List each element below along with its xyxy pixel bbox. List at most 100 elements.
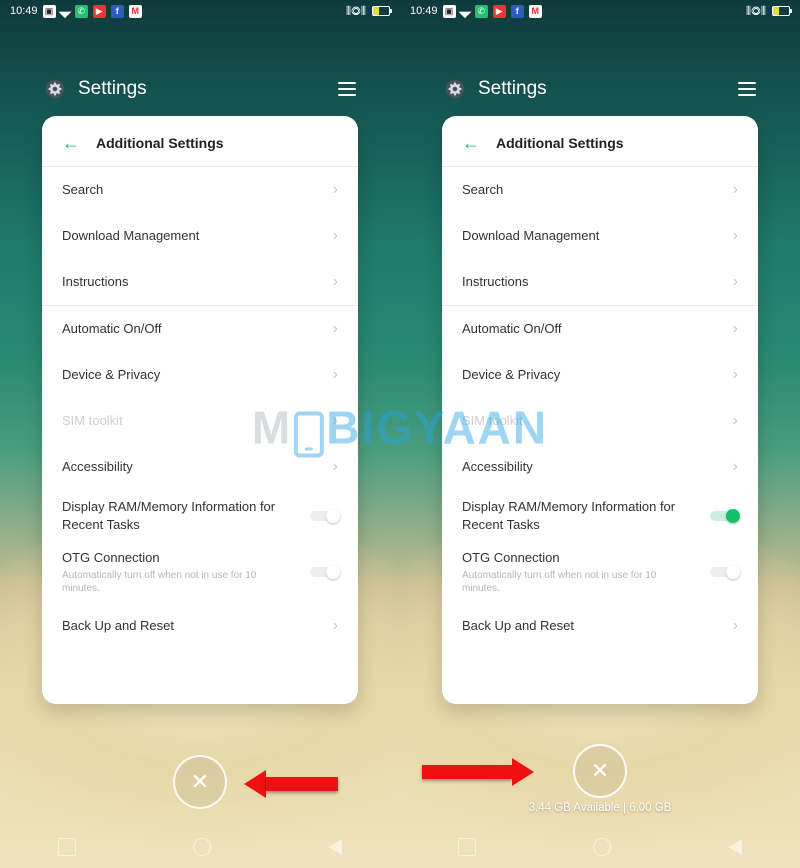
row-label: Instructions <box>462 273 528 291</box>
hamburger-icon[interactable] <box>338 82 356 96</box>
vibrate-icon: ⦀◎⦀ <box>746 4 766 19</box>
row-device-privacy[interactable]: Device & Privacy › <box>462 352 738 398</box>
chevron-right-icon: › <box>333 412 338 430</box>
row-label: Automatic On/Off <box>462 320 561 338</box>
row-label: Search <box>62 181 103 199</box>
row-label: SIM toolkit <box>462 412 523 430</box>
row-label: Device & Privacy <box>62 366 160 384</box>
recent-app-header: Settings <box>400 78 800 100</box>
row-backup-reset[interactable]: Back Up and Reset › <box>462 603 738 649</box>
row-label: Display RAM/Memory Information for Recen… <box>462 498 682 533</box>
row-search[interactable]: Search › <box>62 167 338 213</box>
row-label: Accessibility <box>462 458 533 476</box>
youtube-icon: ▶ <box>93 5 106 18</box>
row-auto-onoff[interactable]: Automatic On/Off › <box>462 306 738 352</box>
close-icon: ✕ <box>191 769 209 795</box>
gmail-icon: M <box>529 5 542 18</box>
row-auto-onoff[interactable]: Automatic On/Off › <box>62 306 338 352</box>
nav-back-icon[interactable] <box>328 839 342 855</box>
nav-back-icon[interactable] <box>728 839 742 855</box>
ram-status-text: 3.44 GB Available | 6.00 GB <box>529 802 672 814</box>
row-label: Back Up and Reset <box>462 617 574 635</box>
row-label: Automatic On/Off <box>62 320 161 338</box>
row-label: Accessibility <box>62 458 133 476</box>
clear-all-button[interactable]: ✕ <box>573 744 627 798</box>
status-time: 10:49 <box>10 5 38 17</box>
battery-icon <box>372 6 390 16</box>
row-otg[interactable]: OTG Connection Automatically turn off wh… <box>462 541 738 603</box>
toggle-otg[interactable] <box>710 567 738 577</box>
row-sublabel: Automatically turn off when not in use f… <box>62 569 292 595</box>
back-arrow-icon[interactable]: ← <box>462 134 480 152</box>
facebook-icon: f <box>111 5 124 18</box>
chevron-right-icon: › <box>333 366 338 384</box>
wifi-icon: ◢ <box>58 3 73 18</box>
row-sim-toolkit: SIM toolkit › <box>62 398 338 444</box>
chevron-right-icon: › <box>733 458 738 476</box>
toggle-otg[interactable] <box>310 567 338 577</box>
hamburger-icon[interactable] <box>738 82 756 96</box>
row-label: SIM toolkit <box>62 412 123 430</box>
nav-recents-icon[interactable] <box>58 838 76 856</box>
row-label: Device & Privacy <box>462 366 560 384</box>
app-title: Settings <box>78 78 147 100</box>
sim-icon: ▣ <box>43 5 56 18</box>
recent-app-header: Settings <box>0 78 400 100</box>
row-search[interactable]: Search › <box>462 167 738 213</box>
chevron-right-icon: › <box>733 273 738 291</box>
youtube-icon: ▶ <box>493 5 506 18</box>
row-label: Search <box>462 181 503 199</box>
chevron-right-icon: › <box>733 412 738 430</box>
toggle-ram-info[interactable] <box>710 511 738 521</box>
clear-all-button[interactable]: ✕ <box>173 755 227 809</box>
row-label: OTG Connection <box>62 549 292 567</box>
toggle-ram-info[interactable] <box>310 511 338 521</box>
nav-home-icon[interactable] <box>593 838 611 856</box>
row-otg[interactable]: OTG Connection Automatically turn off wh… <box>62 541 338 603</box>
navigation-bar <box>400 826 800 868</box>
chevron-right-icon: › <box>333 227 338 245</box>
facebook-icon: f <box>511 5 524 18</box>
screenshot-left: 10:49 ▣ ◢ ✆ ▶ f M ⦀◎⦀ Settings <box>0 0 400 868</box>
whatsapp-icon: ✆ <box>75 5 88 18</box>
nav-home-icon[interactable] <box>193 838 211 856</box>
chevron-right-icon: › <box>333 320 338 338</box>
vibrate-icon: ⦀◎⦀ <box>346 4 366 19</box>
row-download-management[interactable]: Download Management › <box>462 213 738 259</box>
app-title: Settings <box>478 78 547 100</box>
wifi-icon: ◢ <box>458 3 473 18</box>
navigation-bar <box>0 826 400 868</box>
chevron-right-icon: › <box>733 617 738 635</box>
close-icon: ✕ <box>591 758 609 784</box>
chevron-right-icon: › <box>333 181 338 199</box>
row-label: Display RAM/Memory Information for Recen… <box>62 498 282 533</box>
chevron-right-icon: › <box>333 273 338 291</box>
nav-recents-icon[interactable] <box>458 838 476 856</box>
card-title: Additional Settings <box>96 135 224 151</box>
row-download-management[interactable]: Download Management › <box>62 213 338 259</box>
settings-card[interactable]: ← Additional Settings Search › Download … <box>42 116 358 704</box>
row-accessibility[interactable]: Accessibility › <box>62 444 338 490</box>
row-sim-toolkit: SIM toolkit › <box>462 398 738 444</box>
row-sublabel: Automatically turn off when not in use f… <box>462 569 692 595</box>
card-title: Additional Settings <box>496 135 624 151</box>
row-label: Download Management <box>462 227 599 245</box>
row-instructions[interactable]: Instructions › <box>462 259 738 305</box>
chevron-right-icon: › <box>733 227 738 245</box>
back-arrow-icon[interactable]: ← <box>62 134 80 152</box>
row-ram-info[interactable]: Display RAM/Memory Information for Recen… <box>62 490 338 541</box>
row-instructions[interactable]: Instructions › <box>62 259 338 305</box>
row-ram-info[interactable]: Display RAM/Memory Information for Recen… <box>462 490 738 541</box>
status-bar: 10:49 ▣ ◢ ✆ ▶ f M ⦀◎⦀ <box>400 0 800 22</box>
row-label: Instructions <box>62 273 128 291</box>
row-backup-reset[interactable]: Back Up and Reset › <box>62 603 338 649</box>
chevron-right-icon: › <box>733 366 738 384</box>
chevron-right-icon: › <box>733 181 738 199</box>
status-time: 10:49 <box>410 5 438 17</box>
row-device-privacy[interactable]: Device & Privacy › <box>62 352 338 398</box>
row-accessibility[interactable]: Accessibility › <box>462 444 738 490</box>
screenshot-right: 10:49 ▣ ◢ ✆ ▶ f M ⦀◎⦀ Settings <box>400 0 800 868</box>
whatsapp-icon: ✆ <box>475 5 488 18</box>
settings-card[interactable]: ← Additional Settings Search › Download … <box>442 116 758 704</box>
battery-icon <box>772 6 790 16</box>
